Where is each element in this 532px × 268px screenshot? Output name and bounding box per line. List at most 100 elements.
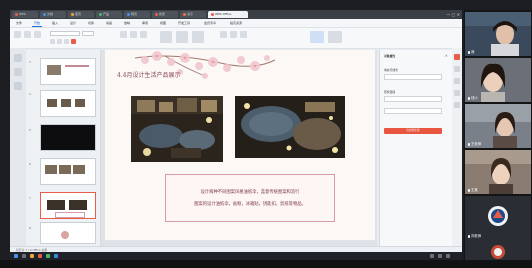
menu-insert[interactable]: 插入: [50, 19, 60, 27]
tab-label: 网页: [131, 12, 138, 16]
close-icon[interactable]: ✕: [445, 53, 448, 58]
participant-tile[interactable]: 刘老师: [465, 196, 531, 240]
caption-line: 设计两种不同图案风格油纸伞，蓝意传统图案和流行: [200, 190, 300, 195]
search-icon[interactable]: [22, 254, 26, 258]
underline-icon[interactable]: [64, 39, 69, 44]
participant-name: 我: [468, 49, 474, 54]
browser-icon[interactable]: [54, 254, 58, 258]
menu-transitions[interactable]: 切换: [86, 19, 96, 27]
wps-icon: [15, 12, 18, 16]
current-slide[interactable]: 4.4月设计生活产品展示 设计两种不同图案风格油纸伞，蓝意传统图案和流行 图案的…: [105, 50, 375, 240]
apply-all-button[interactable]: 应用到全部: [384, 128, 442, 134]
tab-slides[interactable]: 演示: [180, 11, 206, 18]
product-photo-right[interactable]: [235, 96, 345, 158]
menu-file[interactable]: 文件: [14, 19, 24, 27]
font-size-select[interactable]: [82, 31, 94, 36]
menu-slideshow[interactable]: 放映: [122, 19, 132, 27]
animation-icon[interactable]: [454, 66, 460, 72]
textbox-icon[interactable]: [192, 31, 204, 43]
tab-wps[interactable]: WPS: [12, 11, 38, 18]
menu-member[interactable]: 会员专享: [202, 19, 218, 27]
slides-view-icon[interactable]: [14, 54, 22, 62]
mic-icon: [468, 234, 470, 238]
window-controls[interactable]: — ▢ ✕: [440, 11, 460, 18]
participant-name: 王老师: [468, 141, 481, 146]
settings-icon[interactable]: [454, 102, 460, 108]
product-photo-left[interactable]: [131, 96, 223, 162]
fill-dropdown[interactable]: [384, 74, 442, 80]
thumbnail-number: 7: [29, 196, 31, 200]
new-slide-icon[interactable]: [310, 31, 324, 43]
shapes-icon[interactable]: [160, 31, 172, 43]
align-left-icon[interactable]: [120, 31, 127, 38]
tab-wps-office-active[interactable]: WPS Office: [208, 11, 248, 18]
tab-label: 首页: [75, 12, 82, 16]
thumbnail-number: 6: [29, 162, 31, 166]
screen-bezel-bottom: [0, 260, 532, 268]
font-color-icon[interactable]: [71, 39, 76, 44]
format-painter-icon[interactable]: [34, 31, 41, 38]
align-center-icon[interactable]: [130, 31, 137, 38]
tab-web[interactable]: 网页: [124, 11, 150, 18]
outline-view-icon[interactable]: [14, 68, 22, 76]
tab-label: 搜索: [159, 12, 166, 16]
screen-bezel-left: [0, 0, 10, 268]
select-icon[interactable]: [240, 31, 247, 38]
share-icon[interactable]: [454, 90, 460, 96]
find-icon[interactable]: [220, 31, 227, 38]
menu-view[interactable]: 视图: [158, 19, 168, 27]
menu-design[interactable]: 设计: [68, 19, 78, 27]
slide-thumbnail[interactable]: [40, 90, 96, 117]
tab-product[interactable]: 产品: [96, 11, 122, 18]
notes-icon[interactable]: [14, 82, 22, 90]
slide-thumbnail-current[interactable]: [40, 192, 96, 219]
participant-tile[interactable]: 王某: [465, 150, 531, 194]
caption-line: 图案的设计油纸伞，画框，冰箱贴，钥匙扣，剪纸等物品。: [194, 202, 306, 207]
replace-icon[interactable]: [230, 31, 237, 38]
paste-icon[interactable]: [14, 31, 21, 38]
volume-icon[interactable]: [446, 254, 450, 258]
properties-icon[interactable]: [454, 54, 460, 60]
participant-avatar: [465, 240, 531, 260]
arrange-icon[interactable]: [176, 31, 188, 43]
left-tool-rail: [10, 48, 27, 246]
option-dropdown[interactable]: [384, 108, 442, 114]
menu-animations[interactable]: 动画: [104, 19, 114, 27]
tab-doc[interactable]: 文档: [40, 11, 66, 18]
participant-tile[interactable]: [465, 240, 531, 260]
app-icon[interactable]: [46, 254, 50, 258]
tab-search[interactable]: 搜索: [152, 11, 178, 18]
doc-icon: [43, 12, 46, 16]
slide-thumbnail[interactable]: [40, 158, 96, 185]
slide-thumbnail[interactable]: [40, 124, 96, 151]
participant-name: 钱小: [468, 95, 478, 100]
caption-textbox[interactable]: 设计两种不同图案风格油纸伞，蓝意传统图案和流行 图案的设计油纸伞，画框，冰箱贴，…: [165, 174, 335, 222]
thumb-image: [69, 200, 87, 210]
thumb-image: [47, 99, 57, 107]
slide-thumbnail[interactable]: [40, 58, 96, 85]
start-icon[interactable]: [14, 254, 18, 258]
participant-tile[interactable]: 钱小: [465, 58, 531, 102]
slide-thumbnail[interactable]: [40, 222, 96, 244]
tray-icon[interactable]: [430, 254, 434, 258]
os-taskbar: [10, 252, 462, 260]
wps-icon[interactable]: [38, 254, 42, 258]
tab-home[interactable]: 首页: [68, 11, 94, 18]
folder-icon[interactable]: [30, 254, 34, 258]
network-icon[interactable]: [438, 254, 442, 258]
slide-title[interactable]: 4.4月设计生活产品展示: [117, 70, 181, 79]
layout-icon[interactable]: [328, 31, 342, 43]
participant-tile[interactable]: 我: [465, 12, 531, 56]
italic-icon[interactable]: [57, 39, 62, 44]
design-icon[interactable]: [454, 78, 460, 84]
font-family-select[interactable]: [50, 31, 80, 36]
align-right-icon[interactable]: [140, 31, 147, 38]
participant-tile[interactable]: 王老师: [465, 104, 531, 148]
menu-docer[interactable]: 稻壳资源: [228, 19, 244, 27]
cut-icon[interactable]: [24, 31, 31, 38]
menu-developer[interactable]: 开发工具: [176, 19, 192, 27]
shape-options-dropdown[interactable]: [384, 96, 442, 102]
menu-home[interactable]: 开始: [32, 19, 43, 27]
bold-icon[interactable]: [50, 39, 55, 44]
menu-review[interactable]: 审阅: [140, 19, 150, 27]
